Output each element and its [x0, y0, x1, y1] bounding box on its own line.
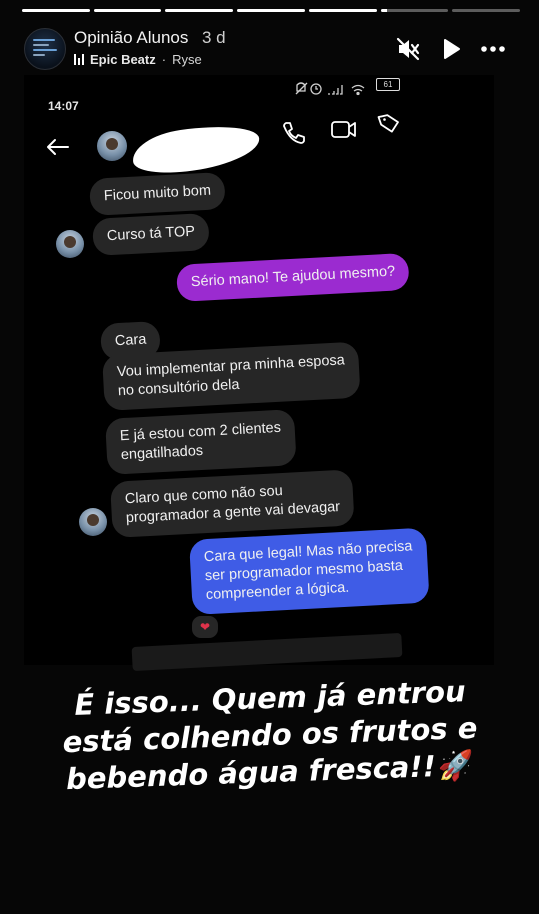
music-bars-icon — [74, 54, 84, 65]
message-received: Curso tá TOP — [92, 212, 210, 256]
message-received: Vou implementar pra minha esposa no cons… — [102, 341, 361, 411]
message-received: E já estou com 2 clientes engatilhados — [105, 409, 297, 475]
chat-screenshot: 14:07 61 Ficou muito bom Curso tá TOP Sé… — [24, 75, 494, 672]
rocket-icon: 🚀 — [437, 747, 475, 784]
heart-reaction-icon: ❤ — [190, 614, 220, 640]
story-header: Opinião Alunos 3 d Epic Beatz · Ryse — [24, 26, 516, 74]
more-options-icon[interactable] — [480, 36, 506, 62]
song-title: Epic Beatz — [90, 52, 156, 67]
muted-speaker-icon[interactable] — [395, 36, 421, 62]
music-separator: · — [161, 52, 167, 67]
video-camera-icon[interactable] — [329, 117, 359, 141]
message-received: Claro que como não sou programador a gen… — [110, 469, 356, 538]
tag-icon[interactable] — [376, 111, 402, 135]
play-icon[interactable] — [438, 36, 464, 62]
sender-avatar — [79, 508, 107, 536]
message-sent: Sério mano! Te ajudou mesmo? — [176, 252, 411, 302]
artist-name: Ryse — [172, 52, 202, 67]
progress-segment — [93, 9, 162, 12]
progress-segment — [452, 9, 521, 12]
story-age: 3 d — [202, 28, 226, 47]
story-caption: É isso... Quem já entrou está colhendo o… — [30, 674, 510, 796]
progress-segment-current — [380, 9, 449, 12]
battery-indicator: 61 — [376, 78, 400, 91]
music-attribution[interactable]: Epic Beatz · Ryse — [74, 52, 202, 67]
back-arrow-icon[interactable] — [46, 138, 70, 156]
progress-segment — [165, 9, 234, 12]
account-avatar[interactable] — [24, 28, 66, 70]
message-composer — [131, 632, 403, 672]
redacted-contact-name — [129, 119, 263, 179]
story-viewer: Opinião Alunos 3 d Epic Beatz · Ryse 14:… — [0, 0, 539, 914]
chat-header — [24, 114, 494, 180]
status-icons — [295, 82, 365, 96]
phone-icon[interactable] — [280, 120, 306, 146]
sender-avatar — [56, 230, 84, 258]
account-name[interactable]: Opinião Alunos — [74, 28, 188, 48]
status-time: 14:07 — [48, 99, 79, 113]
message-sent: Cara que legal! Mas não precisa ser prog… — [189, 527, 430, 615]
progress-segment — [22, 9, 90, 12]
progress-segment — [237, 9, 305, 12]
contact-avatar[interactable] — [97, 131, 127, 161]
progress-segment — [308, 9, 377, 12]
story-progress — [22, 9, 521, 12]
phone-status-bar: 14:07 61 — [24, 75, 494, 115]
message-received: Ficou muito bom — [89, 171, 226, 216]
